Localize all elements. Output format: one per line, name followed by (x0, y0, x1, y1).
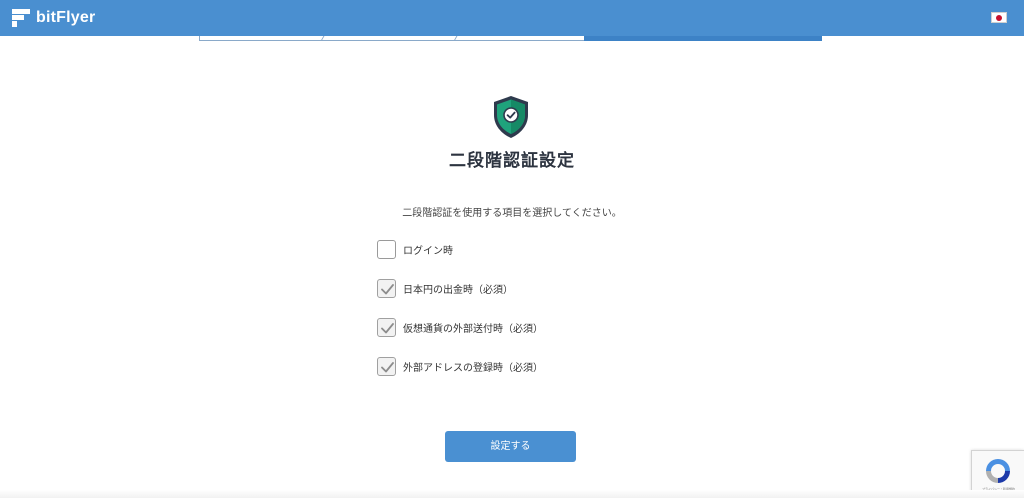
progress-pending-steps (199, 36, 587, 41)
option-label: ログイン時 (403, 245, 453, 257)
shield-check-icon (494, 96, 528, 138)
option-label: 日本円の出金時（必須） (403, 284, 513, 296)
page-title: 二段階認証設定 (449, 151, 575, 171)
option-address-registration[interactable]: 外部アドレスの登録時（必須） (377, 356, 543, 376)
login-checkbox[interactable] (377, 239, 396, 259)
top-header: bitFlyer (0, 0, 1024, 36)
checkmark-icon (381, 361, 394, 372)
checkmark-icon (381, 283, 394, 294)
japan-flag-icon[interactable] (991, 12, 1007, 23)
progress-current-step (584, 36, 822, 41)
option-label: 仮想通貨の外部送付時（必須） (403, 323, 543, 335)
brand-name: bitFlyer (36, 9, 96, 26)
recaptcha-icon (986, 459, 1010, 483)
jpy-withdrawal-checkbox[interactable] (377, 278, 396, 298)
crypto-transfer-checkbox[interactable] (377, 317, 396, 337)
option-crypto-transfer[interactable]: 仮想通貨の外部送付時（必須） (377, 317, 543, 337)
checkmark-icon (381, 322, 394, 333)
address-registration-checkbox[interactable] (377, 356, 396, 376)
page-description: 二段階認証を使用する項目を選択してください。 (402, 208, 622, 219)
bitflyer-logo-icon (12, 9, 30, 27)
submit-button[interactable]: 設定する (445, 431, 576, 462)
step-progress-bar (199, 36, 822, 41)
option-login[interactable]: ログイン時 (377, 239, 453, 259)
page-bottom-edge (0, 490, 1024, 498)
option-label: 外部アドレスの登録時（必須） (403, 362, 543, 374)
bitflyer-logo[interactable]: bitFlyer (12, 9, 95, 27)
option-jpy-withdrawal[interactable]: 日本円の出金時（必須） (377, 278, 513, 298)
